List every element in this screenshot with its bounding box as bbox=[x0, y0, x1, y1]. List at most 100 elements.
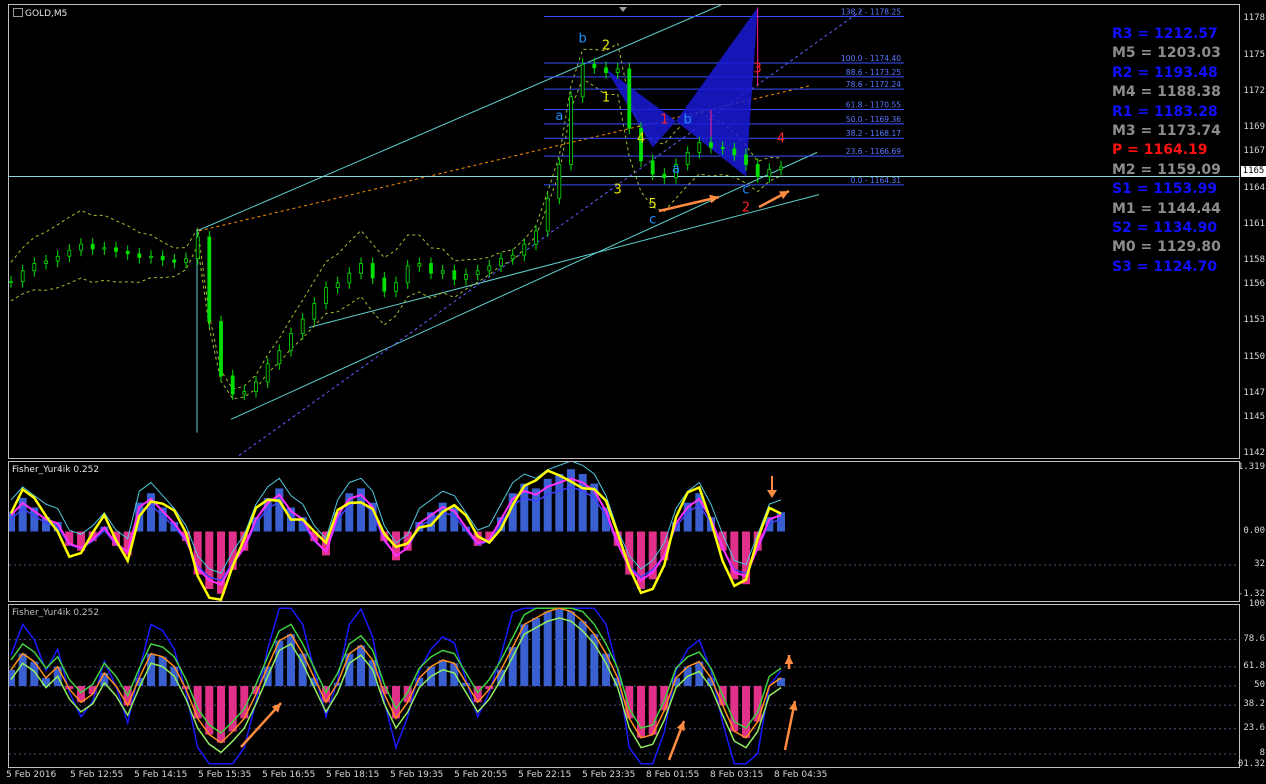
price-axis-tick: 1142 bbox=[1243, 448, 1265, 459]
stoch-axis-tick: 38.2 bbox=[1243, 699, 1265, 710]
price-axis-tick: 1175 bbox=[1243, 49, 1265, 60]
candle-body bbox=[90, 243, 95, 250]
chart-title: GOLD,M5 bbox=[13, 8, 67, 19]
price-chart-panel[interactable]: 138.2 - 1178.25 100.0 - 1174.40 88.6 - 117… bbox=[8, 4, 1240, 459]
candle-body bbox=[429, 263, 433, 274]
price-axis-tick: 1178 bbox=[1243, 13, 1265, 24]
candle-body bbox=[254, 381, 258, 392]
candle-body bbox=[195, 236, 200, 259]
fisher-indicator-panel[interactable]: Fisher_Yur4ik 0.252 bbox=[8, 461, 1240, 602]
pivot-level-label: M3 = 1173.74 bbox=[1112, 123, 1221, 139]
candle-body bbox=[394, 282, 398, 292]
stoch-histogram-bar bbox=[637, 686, 645, 738]
candle-body bbox=[744, 154, 748, 165]
pivot-level-label: M0 = 1129.80 bbox=[1112, 239, 1221, 256]
wave-label: 1 bbox=[602, 91, 610, 106]
price-axis-tick: 1150 bbox=[1243, 351, 1265, 362]
stoch-axis: 100 78.6 61.8 50 38.2 23.6 8 01.32 bbox=[1237, 599, 1266, 769]
wave-label: a bbox=[555, 109, 563, 124]
fib-level-label: 138.2 - 1178.25 bbox=[841, 7, 901, 16]
candle-body bbox=[499, 258, 503, 267]
candle-body bbox=[114, 247, 118, 252]
price-axis-tick: 1172 bbox=[1243, 85, 1265, 96]
time-axis-tick: 5 Feb 16:55 bbox=[262, 770, 316, 780]
candle-body bbox=[160, 255, 165, 261]
candle-body bbox=[67, 249, 72, 257]
candle-body bbox=[545, 197, 550, 232]
wave-label: 1 bbox=[660, 112, 668, 127]
time-axis-tick: 8 Feb 04:35 bbox=[774, 770, 828, 780]
candle-body bbox=[300, 318, 305, 335]
stoch-indicator-panel[interactable]: Fisher_Yur4ik 0.252 bbox=[8, 604, 1240, 768]
candle-body bbox=[230, 375, 235, 395]
candle-body bbox=[604, 67, 608, 73]
pivot-level-label: S3 = 1124.70 bbox=[1112, 258, 1218, 275]
wave-label: 3 bbox=[754, 62, 762, 77]
price-axis-tick: 1156 bbox=[1243, 279, 1265, 290]
candle-body bbox=[557, 164, 562, 199]
pivot-level-label: R3 = 1212.57 bbox=[1112, 26, 1218, 42]
price-axis-tick: 1161 bbox=[1243, 218, 1265, 229]
candle-body bbox=[347, 272, 352, 284]
candle-body bbox=[137, 253, 142, 258]
fib-level-label: 61.8 - 1170.55 bbox=[846, 100, 901, 109]
stoch-axis-tick: 8 bbox=[1259, 748, 1265, 759]
pivot-level-label: P = 1164.19 bbox=[1112, 142, 1208, 159]
candle-body bbox=[172, 259, 177, 263]
pivot-level-label: M4 = 1188.38 bbox=[1112, 84, 1221, 101]
stoch-histogram-bar bbox=[368, 660, 377, 686]
wave-label: b bbox=[579, 31, 587, 46]
time-axis-tick: 8 Feb 01:55 bbox=[646, 770, 700, 780]
price-axis-tick: 1145 bbox=[1243, 412, 1265, 423]
wave-label: c bbox=[649, 213, 656, 228]
candle-body bbox=[219, 321, 223, 377]
candle-body bbox=[440, 270, 445, 274]
pitchfork-median-line bbox=[238, 8, 865, 456]
candle-body bbox=[277, 350, 282, 365]
price-axis-tick: 1169 bbox=[1243, 122, 1265, 133]
candle-body bbox=[102, 247, 107, 250]
symbol-menu-icon[interactable] bbox=[13, 8, 23, 17]
candle-body bbox=[79, 243, 83, 251]
candle-body bbox=[592, 63, 597, 69]
time-axis-tick: 5 Feb 20:55 bbox=[454, 770, 508, 780]
time-axis-tick: 5 Feb 12:55 bbox=[70, 770, 124, 780]
wave-label: 4 bbox=[637, 132, 645, 147]
stoch-histogram-bar bbox=[555, 608, 564, 686]
candle-body bbox=[382, 277, 387, 292]
pivot-level-label: S2 = 1134.90 bbox=[1112, 220, 1218, 236]
candle-body bbox=[405, 265, 410, 284]
candle-body bbox=[289, 333, 293, 351]
stoch-histogram-bar bbox=[438, 660, 447, 686]
candle-body bbox=[755, 164, 760, 178]
harmonic-triangle-2 bbox=[676, 7, 758, 177]
fisher-axis-tick: 32 bbox=[1254, 559, 1265, 570]
candle-body bbox=[580, 63, 585, 98]
candle-body bbox=[487, 265, 492, 272]
candle-body bbox=[32, 263, 37, 272]
trend-arrow-1 bbox=[658, 195, 720, 213]
stoch-band-lower bbox=[10, 617, 782, 754]
chart-shift-marker bbox=[619, 7, 627, 12]
candle-body bbox=[359, 263, 363, 274]
candle-body bbox=[312, 302, 317, 320]
stoch-histogram-bar bbox=[742, 686, 750, 738]
stoch-axis-tick: 50 bbox=[1254, 680, 1265, 690]
candle-body bbox=[184, 258, 188, 263]
pivot-level-label: R2 = 1193.48 bbox=[1112, 64, 1218, 81]
candle-body bbox=[767, 168, 772, 177]
price-axis-tick: 1153 bbox=[1243, 315, 1265, 326]
candle-body bbox=[720, 147, 725, 150]
price-axis-tick: 1167 bbox=[1243, 146, 1265, 157]
stoch-axis-tick: 01.32 bbox=[1237, 758, 1265, 769]
wave-label: 2 bbox=[742, 201, 750, 216]
fib-level-label: 88.6 - 1173.25 bbox=[846, 68, 901, 77]
candle-body bbox=[370, 263, 375, 279]
candle-body bbox=[697, 142, 702, 153]
candle-body bbox=[650, 160, 655, 175]
fib-level-label: 78.6 - 1172.24 bbox=[846, 80, 901, 89]
candle-body bbox=[510, 254, 515, 260]
stoch-axis-tick: 61.8 bbox=[1243, 660, 1265, 671]
stoch-indicator-title: Fisher_Yur4ik 0.252 bbox=[12, 608, 100, 618]
wave-label: 4 bbox=[777, 132, 785, 147]
